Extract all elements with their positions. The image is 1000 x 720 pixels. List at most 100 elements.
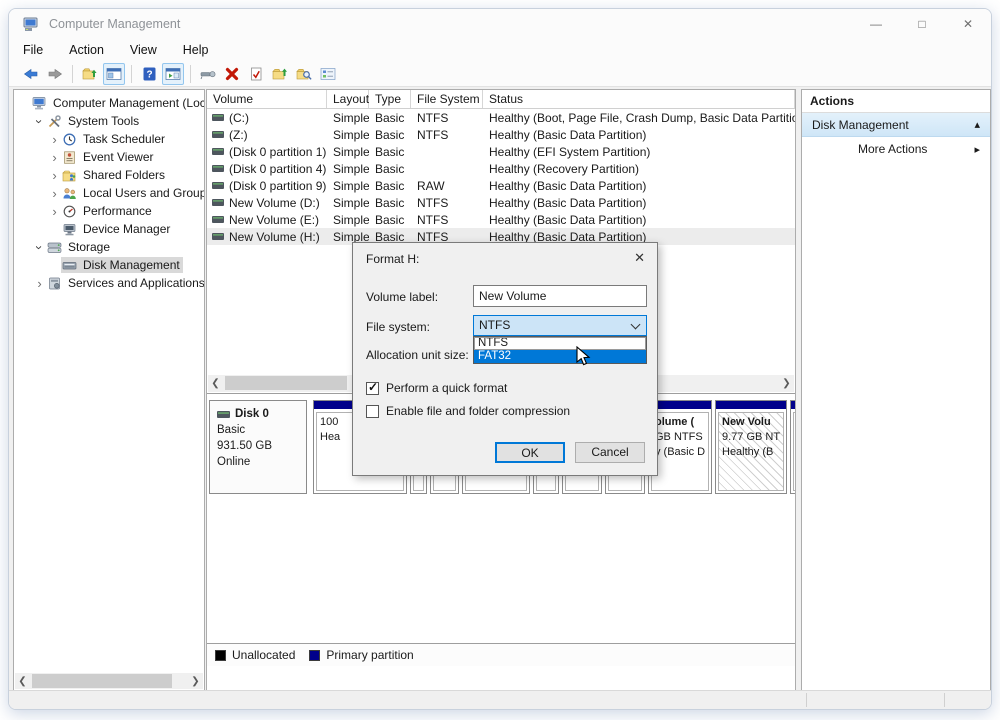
column-header-layout[interactable]: Layout xyxy=(327,90,369,108)
cell-layout: Simple xyxy=(327,162,369,176)
menu-view[interactable]: View xyxy=(130,43,157,57)
console-tree-icon[interactable] xyxy=(103,63,125,85)
chevron-collapsed-icon[interactable]: › xyxy=(48,133,61,146)
tree-item-event-viewer[interactable]: ›Event Viewer xyxy=(14,148,204,166)
scroll-track[interactable] xyxy=(30,673,188,689)
chevron-expanded-icon[interactable]: › xyxy=(33,115,46,128)
find-folder-icon[interactable] xyxy=(293,63,315,85)
quick-format-checkbox-row[interactable]: ✓ Perform a quick format xyxy=(366,381,507,395)
file-system-option-fat32[interactable]: FAT32 xyxy=(474,350,646,363)
actions-group-disk-management[interactable]: Disk Management ▴ xyxy=(802,113,990,137)
tree: Computer Management (Local›System Tools›… xyxy=(14,94,204,670)
scroll-thumb[interactable] xyxy=(225,376,347,390)
cell-status: Healthy (Basic Data Partition) xyxy=(483,179,795,193)
tree-item-services-and-applications[interactable]: ›Services and Applications xyxy=(14,274,204,292)
tree-item-storage[interactable]: › Storage xyxy=(14,238,204,256)
tree-item-local-users-and-groups[interactable]: ›Local Users and Groups xyxy=(14,184,204,202)
chevron-expanded-icon[interactable]: › xyxy=(33,241,46,254)
chevron-collapsed-icon[interactable]: › xyxy=(48,169,61,182)
more-actions-label: More Actions xyxy=(858,142,927,156)
scroll-left-icon[interactable]: ❮ xyxy=(15,676,30,687)
properties-icon[interactable] xyxy=(317,63,339,85)
menu-file[interactable]: File xyxy=(23,43,43,57)
column-header-file-system[interactable]: File System xyxy=(411,90,483,108)
chevron-collapsed-icon[interactable]: › xyxy=(33,277,46,290)
ok-button[interactable]: OK xyxy=(495,442,565,463)
tree-item-label: Device Manager xyxy=(80,221,173,237)
volume-label-input[interactable]: New Volume xyxy=(473,285,647,307)
chevron-collapsed-icon[interactable]: › xyxy=(48,187,61,200)
file-system-option-ntfs[interactable]: NTFS xyxy=(474,337,646,350)
delete-icon[interactable] xyxy=(221,63,243,85)
legend-item-primary-partition: Primary partition xyxy=(309,648,413,662)
tree-item-shared-folders[interactable]: ›Shared Folders xyxy=(14,166,204,184)
minimize-button[interactable]: — xyxy=(853,9,899,39)
scroll-right-icon[interactable]: ❯ xyxy=(188,676,203,687)
tree-item-label: Storage xyxy=(65,239,113,255)
volume-row-disk-0-partition-1[interactable]: (Disk 0 partition 1)SimpleBasicHealthy (… xyxy=(207,143,795,160)
volume-row-disk-0-partition-9[interactable]: (Disk 0 partition 9)SimpleBasicRAWHealth… xyxy=(207,177,795,194)
dialog-close-icon[interactable]: ✕ xyxy=(634,250,645,266)
compression-checkbox-row[interactable]: Enable file and folder compression xyxy=(366,404,570,418)
up-level-icon[interactable] xyxy=(79,63,101,85)
tree-item-device-manager[interactable]: Device Manager xyxy=(14,220,204,238)
volume-row-z[interactable]: (Z:)SimpleBasicNTFSHealthy (Basic Data P… xyxy=(207,126,795,143)
cell-file-system: NTFS xyxy=(411,128,483,142)
cell-layout: Simple xyxy=(327,179,369,193)
export-folder-icon[interactable] xyxy=(269,63,291,85)
column-header-type[interactable]: Type xyxy=(369,90,411,108)
tree-item-system-tools[interactable]: ›System Tools xyxy=(14,112,204,130)
file-system-dropdown: NTFSFAT32 xyxy=(473,336,647,364)
tree-item-performance[interactable]: › Performance xyxy=(14,202,204,220)
menu-action[interactable]: Action xyxy=(69,43,104,57)
console-tree-panel: Computer Management (Local›System Tools›… xyxy=(13,89,205,691)
action-pane-icon[interactable] xyxy=(162,63,184,85)
volume-row-new-volume-d[interactable]: New Volume (D:)SimpleBasicNTFSHealthy (B… xyxy=(207,194,795,211)
menu-help[interactable]: Help xyxy=(183,43,209,57)
tree-item-task-scheduler[interactable]: ›Task Scheduler xyxy=(14,130,204,148)
compression-checkbox[interactable] xyxy=(366,405,379,418)
partition-block-9[interactable]: New Volu9.77 GB NTHealthy (B xyxy=(715,400,787,494)
cell-file-system: NTFS xyxy=(411,196,483,210)
chevron-collapsed-icon[interactable]: › xyxy=(48,205,61,218)
forward-icon[interactable] xyxy=(44,63,66,85)
more-actions-item[interactable]: More Actions ▸ xyxy=(802,137,990,161)
app-icon xyxy=(23,17,40,32)
collapse-icon[interactable]: ▴ xyxy=(974,118,980,131)
volume-row-c[interactable]: (C:)SimpleBasicNTFSHealthy (Boot, Page F… xyxy=(207,109,795,126)
disk0-label-box[interactable]: Disk 0 Basic 931.50 GB Online xyxy=(209,400,307,494)
column-header-volume[interactable]: Volume xyxy=(207,90,327,108)
title-bar: Computer Management — □ ✕ xyxy=(9,9,991,39)
volume-row-new-volume-e[interactable]: New Volume (E:)SimpleBasicNTFSHealthy (B… xyxy=(207,211,795,228)
screen: Computer Management — □ ✕ File Action View… xyxy=(0,0,1000,720)
check-document-icon[interactable] xyxy=(245,63,267,85)
compression-label: Enable file and folder compression xyxy=(386,404,570,418)
help-icon[interactable]: ? xyxy=(138,63,160,85)
scroll-thumb[interactable] xyxy=(32,674,172,688)
users-icon xyxy=(62,187,77,200)
back-icon[interactable] xyxy=(20,63,42,85)
tree-item-computer-management-local[interactable]: Computer Management (Local xyxy=(14,94,204,112)
tree-item-disk-management[interactable]: Disk Management xyxy=(14,256,204,274)
cancel-button[interactable]: Cancel xyxy=(575,442,645,463)
maximize-button[interactable]: □ xyxy=(899,9,945,39)
close-button[interactable]: ✕ xyxy=(945,9,991,39)
performance-icon xyxy=(62,205,77,218)
column-header-status[interactable]: Status xyxy=(483,90,795,108)
legend-label: Primary partition xyxy=(326,648,413,662)
remote-connection-icon[interactable] xyxy=(197,63,219,85)
chevron-collapsed-icon[interactable]: › xyxy=(48,151,61,164)
quick-format-checkbox[interactable]: ✓ xyxy=(366,382,379,395)
cell-type: Basic xyxy=(369,162,411,176)
system-tools-icon xyxy=(47,115,62,128)
cell-volume: (C:) xyxy=(207,111,327,125)
file-system-combobox[interactable]: NTFS xyxy=(473,315,647,336)
tree-horizontal-scrollbar[interactable]: ❮ ❯ xyxy=(15,673,203,689)
scroll-left-icon[interactable]: ❮ xyxy=(208,378,223,389)
scroll-right-icon[interactable]: ❯ xyxy=(779,378,794,389)
partition-block-10[interactable] xyxy=(790,400,796,494)
tree-item-label: Performance xyxy=(80,203,155,219)
volume-icon xyxy=(212,215,224,224)
volume-icon xyxy=(212,164,224,173)
volume-row-disk-0-partition-4[interactable]: (Disk 0 partition 4)SimpleBasicHealthy (… xyxy=(207,160,795,177)
